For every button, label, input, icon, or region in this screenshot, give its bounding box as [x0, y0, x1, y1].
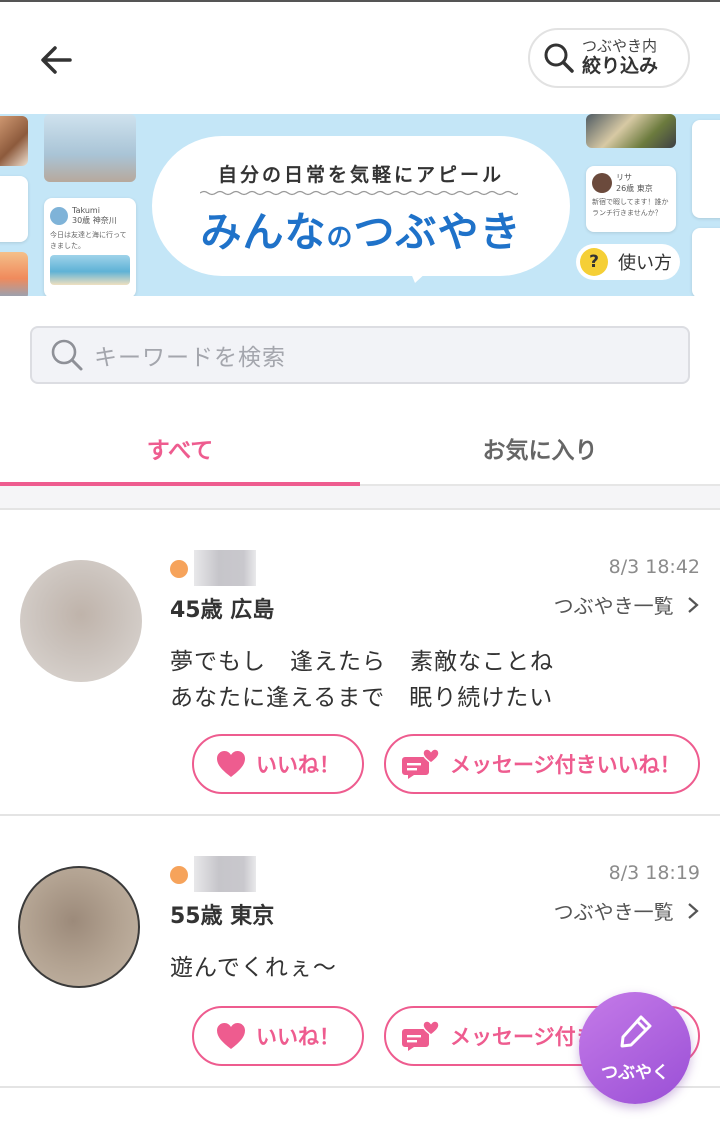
post-date: 8/3 18:42 [608, 556, 700, 578]
how-to-use-button[interactable]: ? 使い方 [576, 244, 680, 280]
food-photo [586, 114, 676, 148]
online-status-dot [170, 560, 188, 578]
post-tsubuyaki-button[interactable]: つぶやく [579, 992, 691, 1104]
filter-button[interactable]: つぶやき内 絞り込み [528, 28, 690, 88]
heart-icon [217, 751, 245, 777]
beach-photo [50, 255, 130, 285]
post-list-link-label: つぶやき一覧 [553, 594, 674, 618]
sample-post-card-left: Takumi 30歳 神奈川 今日は友達と海に行ってきました。 [44, 198, 136, 296]
cat-photo [44, 114, 136, 182]
banner-title: みんなのつぶやき [152, 198, 570, 258]
arrow-left-icon [41, 46, 72, 74]
card-age-area: 30歳 神奈川 [72, 216, 117, 225]
chevron-right-icon [688, 903, 699, 919]
card-text: 新宿で暇してます！誰かランチ行きませんか？ [592, 198, 669, 217]
post-date: 8/3 18:19 [608, 862, 700, 884]
back-button[interactable] [34, 38, 78, 82]
avatar[interactable] [18, 866, 140, 988]
banner-subtitle: 自分の日常を気軽にアピール [217, 164, 504, 186]
avatar [592, 173, 612, 193]
avatar [50, 207, 68, 225]
post-age-area: 45歳 広島 [170, 598, 275, 623]
blurred-username [194, 856, 256, 892]
fab-label: つぶやく [601, 1062, 669, 1083]
like-label: いいね！ [256, 1025, 340, 1049]
message-heart-icon [402, 1020, 440, 1051]
search-icon [51, 339, 83, 371]
tab-bar: すべて お気に入り [0, 412, 720, 486]
message-like-button[interactable]: メッセージ付きいいね！ [384, 734, 700, 794]
sample-post-card-right: リサ 26歳 東京 新宿で暇してます！誰かランチ行きませんか？ [586, 166, 676, 232]
banner-title-part1: みんな [200, 208, 327, 256]
filter-label-line2: 絞り込み [582, 54, 659, 77]
post-list-link-label: つぶやき一覧 [553, 900, 674, 924]
post-card-partial [0, 176, 28, 242]
message-heart-icon [402, 748, 440, 779]
food-photo [0, 116, 28, 166]
wavy-underline [200, 190, 518, 196]
pencil-icon [620, 1015, 652, 1047]
like-label: いいね！ [256, 753, 340, 777]
filter-label-line1: つぶやき内 [582, 37, 658, 56]
message-like-label: メッセージ付きいいね！ [450, 753, 681, 777]
like-button[interactable]: いいね！ [192, 1006, 364, 1066]
search-icon [542, 41, 576, 75]
card-name: Takumi [72, 206, 100, 215]
search-placeholder: キーワードを検索 [94, 345, 286, 371]
banner-title-small: の [326, 223, 354, 253]
sunset-photo [0, 252, 28, 296]
search-input[interactable]: キーワードを検索 [30, 326, 690, 384]
post-list-link[interactable]: つぶやき一覧 [554, 896, 700, 925]
post-text: 夢でもし 逢えたら 素敵なことね あなたに逢えるまで 眠り続けたい [170, 649, 554, 711]
question-icon: ? [580, 248, 608, 276]
banner-title-part2: つぶやき [353, 208, 522, 256]
heart-icon [217, 1023, 245, 1049]
tab-all[interactable]: すべて [0, 412, 360, 484]
online-status-dot [170, 866, 188, 884]
chevron-right-icon [688, 597, 699, 613]
avatar[interactable] [20, 560, 142, 682]
speech-bubble-tail [405, 259, 441, 283]
list-separator [0, 486, 720, 510]
post-item: 8/3 18:42 45歳 広島 つぶやき一覧 夢でもし 逢えたら 素敵なことね… [0, 512, 720, 816]
post-age-area: 55歳 東京 [170, 904, 275, 929]
post-card-partial [692, 228, 720, 296]
card-age-area: 26歳 東京 [616, 184, 653, 193]
post-text: 遊んでくれぇ〜 [170, 955, 337, 981]
post-list-link[interactable]: つぶやき一覧 [554, 590, 700, 619]
card-text: 今日は友達と海に行ってきました。 [50, 231, 127, 250]
post-card-partial [692, 120, 720, 218]
tsubuyaki-banner[interactable]: Takumi 30歳 神奈川 今日は友達と海に行ってきました。 自分の日常を気軽… [0, 114, 720, 296]
blurred-username [194, 550, 256, 586]
how-to-use-label: 使い方 [618, 253, 672, 274]
app-header: つぶやき内 絞り込み [0, 0, 720, 112]
like-button[interactable]: いいね！ [192, 734, 364, 794]
card-name: リサ [616, 173, 632, 182]
tab-favorites[interactable]: お気に入り [360, 412, 720, 484]
